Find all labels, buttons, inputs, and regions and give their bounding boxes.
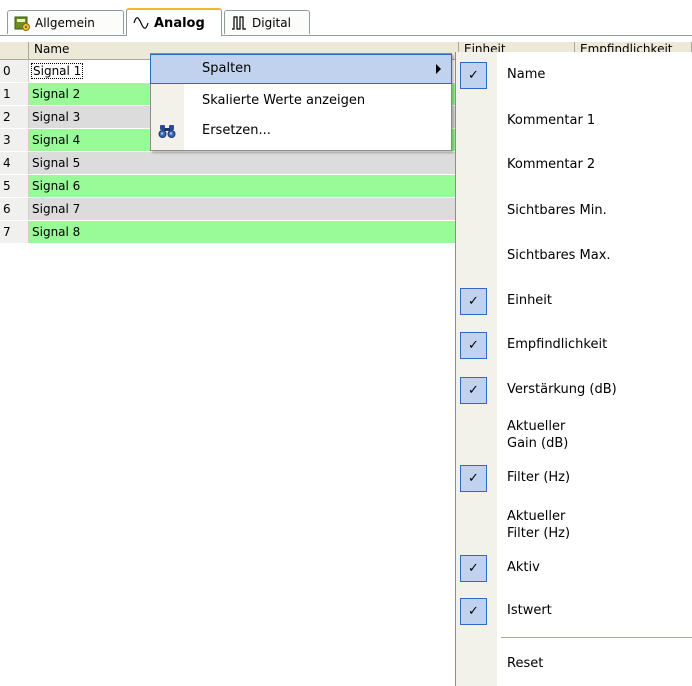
submenu-item-label: Empfindlichkeit [507,336,608,352]
signal-name: Signal 7 [32,202,81,216]
table-row[interactable]: 4 Signal 5 [0,152,460,175]
name-cell[interactable]: Signal 5 [29,152,460,174]
check-icon: ✓ [460,331,487,359]
signal-name: Signal 6 [32,179,81,193]
submenu-item-einheit[interactable]: ✓ Einheit [456,285,692,315]
signal-name: Signal 2 [32,87,81,101]
submenu-item-empfindlichkeit[interactable]: ✓ Empfindlichkeit [456,329,692,359]
submenu-item-label: Sichtbares Min. [507,202,607,218]
rownum-header [0,42,29,59]
settings-folder-icon [14,15,30,31]
tab-label: Allgemein [35,15,95,30]
row-number: 1 [0,83,29,105]
tab-strip: Allgemein Analog Digital [0,0,692,36]
tab-label: Analog [154,15,205,31]
submenu-arrow-icon [436,64,441,74]
submenu-item-label: Name [507,66,546,82]
submenu-item-label: Kommentar 1 [507,112,596,128]
submenu-separator [501,637,692,638]
signal-name: Signal 8 [32,225,81,239]
submenu-item-aktueller-gain-db[interactable]: Aktueller Gain (dB) [456,416,692,454]
menu-item-spalten[interactable]: Spalten [150,54,452,84]
submenu-item-kommentar-2[interactable]: Kommentar 2 [456,149,692,179]
submenu-item-label: Istwert [507,602,552,618]
signal-name: Signal 1 [30,63,84,79]
tab-analog[interactable]: Analog [126,8,222,36]
submenu-item-label: Verstärkung (dB) [507,381,617,397]
submenu-item-sichtbares-max[interactable]: Sichtbares Max. [456,240,692,270]
name-cell[interactable]: Signal 6 [29,175,460,197]
submenu-item-aktiv[interactable]: ✓ Aktiv [456,552,692,582]
row-number: 0 [0,60,29,82]
submenu-item-label: Einheit [507,292,553,308]
submenu-item-filter-hz[interactable]: ✓ Filter (Hz) [456,462,692,492]
submenu-item-name[interactable]: ✓ Name [456,59,692,89]
row-number: 5 [0,175,29,197]
menu-item-label: Skalierte Werte anzeigen [202,93,366,108]
tab-digital[interactable]: Digital [224,10,310,34]
name-cell[interactable]: Signal 7 [29,198,460,220]
signal-name: Signal 4 [32,133,81,147]
submenu-item-label: Reset [507,655,544,671]
check-icon: ✓ [460,554,487,582]
context-menu: Spalten Skalierte Werte anzeigen Ersetze… [150,53,452,151]
submenu-item-label: Filter (Hz) [507,469,571,485]
submenu-item-label: Aktiv [507,559,540,575]
submenu-item-aktueller-filter-hz[interactable]: Aktueller Filter (Hz) [456,506,692,544]
signal-name: Signal 3 [32,110,81,124]
check-icon: ✓ [460,464,487,492]
menu-item-ersetzen[interactable]: Ersetzen... [151,117,451,145]
row-number: 4 [0,152,29,174]
sine-wave-icon [133,15,149,31]
submenu-check-strip [456,52,497,686]
menu-item-label: Spalten [202,61,252,76]
name-cell[interactable]: Signal 8 [29,221,460,243]
check-icon: ✓ [460,61,487,89]
table-row[interactable]: 6 Signal 7 [0,198,460,221]
check-icon: ✓ [460,597,487,625]
tab-label: Digital [252,15,291,30]
table-row[interactable]: 5 Signal 6 [0,175,460,198]
submenu-item-sichtbares-min[interactable]: Sichtbares Min. [456,195,692,225]
menu-item-label: Ersetzen... [202,123,271,138]
columns-submenu: ✓ Name Kommentar 1 Kommentar 2 Sichtbares Mi… [455,52,692,686]
signal-name: Signal 5 [32,156,81,170]
binoculars-icon [158,123,176,139]
submenu-item-kommentar-1[interactable]: Kommentar 1 [456,105,692,135]
submenu-item-label: Aktueller Filter (Hz) [507,509,571,541]
row-number: 6 [0,198,29,220]
check-icon: ✓ [460,287,487,315]
tab-allgemein[interactable]: Allgemein [7,10,124,34]
table-row[interactable]: 7 Signal 8 [0,221,460,244]
submenu-item-label: Kommentar 2 [507,156,596,172]
submenu-item-label: Sichtbares Max. [507,247,611,263]
row-number: 7 [0,221,29,243]
row-number: 2 [0,106,29,128]
submenu-item-verstärkung-db[interactable]: ✓ Verstärkung (dB) [456,374,692,404]
submenu-item-istwert[interactable]: ✓ Istwert [456,595,692,625]
row-number: 3 [0,129,29,151]
submenu-item-label: Aktueller Gain (dB) [507,419,569,451]
submenu-item-reset[interactable]: Reset [456,648,692,678]
check-icon: ✓ [460,376,487,404]
menu-item-skalierte-werte[interactable]: Skalierte Werte anzeigen [151,87,451,115]
pulse-wave-icon [231,15,247,31]
